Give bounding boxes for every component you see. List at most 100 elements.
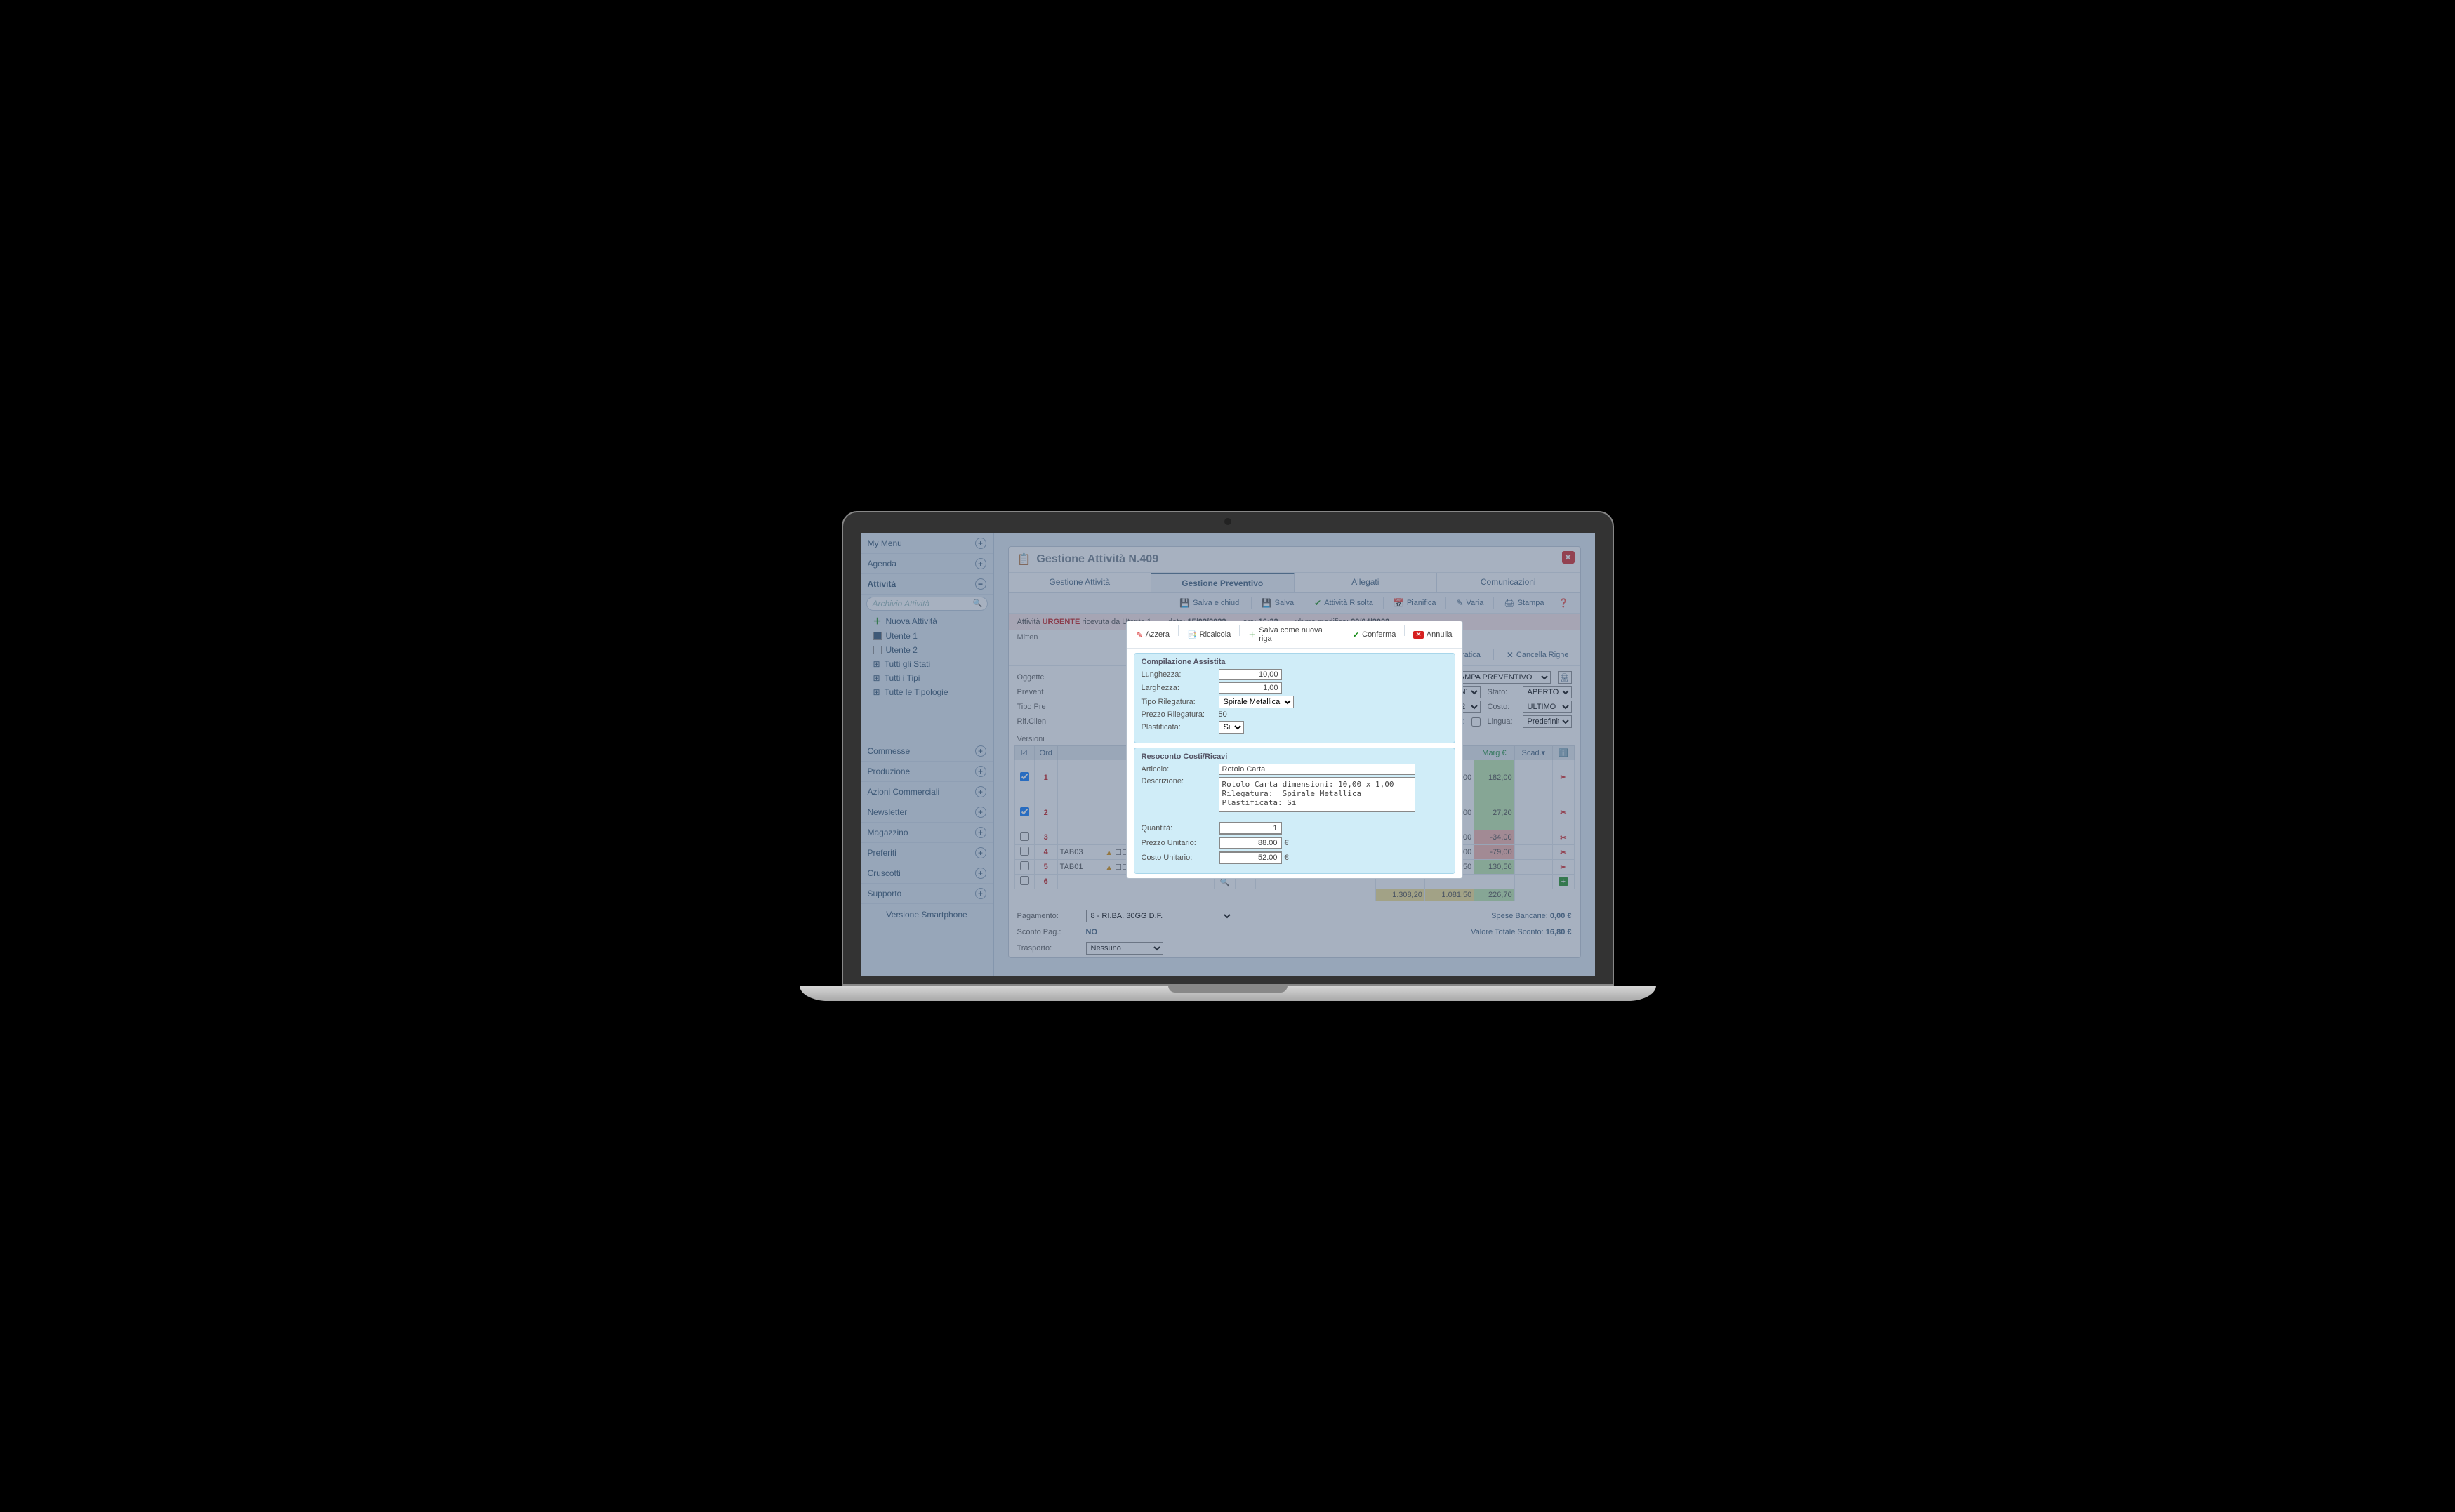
resolved-button[interactable]: ✔ Attività Risolta [1310, 597, 1377, 609]
sidebar-item-mymenu[interactable]: My Menu + [861, 533, 993, 554]
delete-row-icon[interactable]: ✂ [1560, 774, 1566, 782]
salva-riga-button[interactable]: ＋ Salva come nuova riga [1244, 625, 1339, 644]
sconto-value: NO [1086, 928, 1098, 936]
help-button[interactable]: ❓ [1554, 597, 1573, 609]
btn-label: Attività Risolta [1324, 599, 1373, 607]
screen: My Menu + Agenda + Attività − Archivio A… [842, 511, 1614, 986]
print-icon-button[interactable]: 🖨 [1558, 671, 1572, 684]
lunghezza-input[interactable] [1219, 669, 1282, 680]
plan-button[interactable]: 📅 Pianifica [1389, 597, 1441, 609]
row-checkbox[interactable] [1020, 832, 1029, 841]
page-title: Gestione Attività N.409 [1036, 553, 1158, 566]
sidebar-item-preferiti[interactable]: Preferiti + [861, 843, 993, 863]
tabbar: Gestione Attività Gestione Preventivo Al… [1009, 573, 1580, 593]
cancella-righe-button[interactable]: ✕ Cancella Righe [1502, 649, 1573, 661]
costo-label: Costo: [1488, 703, 1516, 711]
sidebar-new[interactable]: ＋ Nuova Attività [861, 613, 993, 629]
tab-gestione-attivita[interactable]: Gestione Attività [1009, 573, 1152, 592]
sidebar-item-produzione[interactable]: Produzione + [861, 762, 993, 782]
spacer [861, 699, 993, 741]
annulla-button[interactable]: ✕ Annulla [1409, 625, 1456, 644]
delete-row-icon[interactable]: ✂ [1560, 863, 1566, 872]
sidebar-item-attivita[interactable]: Attività − [861, 574, 993, 595]
checkbox-checked-icon [873, 632, 882, 640]
add-row-button[interactable]: + [1559, 877, 1568, 886]
sidebar-stati[interactable]: ⊞ Tutti gli Stati [861, 657, 993, 671]
tab-comunicazioni[interactable]: Comunicazioni [1437, 573, 1580, 592]
sidebar-tipi[interactable]: ⊞ Tutti i Tipi [861, 671, 993, 685]
footer-trasporto: Trasporto: Nessuno [1009, 939, 1580, 957]
btn-label: Varia [1467, 599, 1484, 607]
th-scad[interactable]: Scad.▾ [1514, 746, 1553, 760]
stato-select[interactable]: APERTO [1523, 686, 1572, 698]
btn-label: Annulla [1427, 630, 1453, 639]
lookup-icon[interactable]: 🔍 [1220, 878, 1230, 887]
articolo-label: Articolo: [1142, 765, 1219, 774]
row-right: arico: Lingua: Predefinit [1445, 715, 1572, 728]
sidebar-item-azioni[interactable]: Azioni Commerciali + [861, 782, 993, 802]
sidebar-label: Tutti gli Stati [885, 659, 931, 669]
vary-button[interactable]: ✎ Varia [1452, 597, 1488, 609]
close-icon: ✕ [1413, 631, 1423, 639]
lingua-select[interactable]: Predefinit [1523, 715, 1572, 728]
carico-checkbox[interactable] [1471, 717, 1481, 727]
save-button[interactable]: 💾 Salva [1257, 597, 1298, 609]
sidebar-item-supporto[interactable]: Supporto + [861, 884, 993, 904]
row-checkbox[interactable] [1020, 772, 1029, 781]
tipo-rilegatura-select[interactable]: Spirale Metallica [1219, 696, 1294, 708]
sidebar-item-magazzino[interactable]: Magazzino + [861, 823, 993, 843]
row-checkbox[interactable] [1020, 861, 1029, 870]
sidebar-tipologie[interactable]: ⊞ Tutte le Tipologie [861, 685, 993, 699]
sidebar-item-agenda[interactable]: Agenda + [861, 554, 993, 574]
minus-icon: − [975, 578, 986, 590]
tab-allegati[interactable]: Allegati [1295, 573, 1438, 592]
sidebar-item-cruscotti[interactable]: Cruscotti + [861, 863, 993, 884]
delete-row-icon[interactable]: ✂ [1560, 834, 1566, 842]
th-check[interactable]: ☑ [1014, 746, 1034, 760]
table-totals-row: 1.308,20 1.081,50 226,70 [1014, 889, 1574, 901]
calc-icon: 📑 [1187, 630, 1197, 639]
print-button[interactable]: 🖨 Stampa [1500, 597, 1548, 609]
prezzo-rilegatura-value: 50 [1219, 710, 1227, 719]
row-checkbox[interactable] [1020, 847, 1029, 856]
sidebar-user2[interactable]: Utente 2 [861, 643, 993, 657]
plus-icon: + [975, 538, 986, 549]
sidebar-label: Azioni Commerciali [868, 787, 940, 797]
divider [1445, 597, 1446, 609]
prezzo-unitario-input[interactable] [1219, 837, 1282, 849]
articolo-input[interactable] [1219, 764, 1415, 775]
quantita-input[interactable] [1219, 822, 1282, 835]
ricalcola-button[interactable]: 📑 Ricalcola [1183, 625, 1235, 644]
search-input[interactable]: Archivio Attività [866, 597, 988, 611]
sidebar-item-commesse[interactable]: Commesse + [861, 741, 993, 762]
tab-gestione-preventivo[interactable]: Gestione Preventivo [1151, 573, 1295, 592]
delete-row-icon[interactable]: ✂ [1560, 809, 1566, 817]
check-icon: ✔ [1314, 598, 1321, 608]
save-close-button[interactable]: 💾 Salva e chiudi [1175, 597, 1245, 609]
smartphone-link[interactable]: Versione Smartphone [861, 904, 993, 925]
urgent-label: URGENTE [1043, 618, 1080, 626]
azzera-button[interactable]: ✎ Azzera [1132, 625, 1174, 644]
larghezza-input[interactable] [1219, 682, 1282, 694]
btn-label: Salva [1275, 599, 1295, 607]
costo-unitario-input[interactable] [1219, 851, 1282, 864]
checkbox-icon [873, 646, 882, 654]
th-info[interactable]: ℹ️ [1553, 746, 1574, 760]
pagamento-select[interactable]: 8 - RI.BA. 30GG D.F. [1086, 910, 1233, 922]
costo-select[interactable]: ULTIMO [1523, 701, 1572, 713]
th-marg[interactable]: Marg € [1474, 746, 1514, 760]
row-checkbox[interactable] [1020, 807, 1029, 816]
plastificata-select[interactable]: Si [1219, 721, 1244, 734]
conferma-button[interactable]: ✔ Conferma [1349, 625, 1401, 644]
descrizione-textarea[interactable] [1219, 777, 1415, 812]
delete-row-icon[interactable]: ✂ [1560, 849, 1566, 857]
sidebar-user1[interactable]: Utente 1 [861, 629, 993, 643]
trasporto-select[interactable]: Nessuno [1086, 942, 1163, 955]
expand-icon: ⊞ [873, 687, 880, 697]
th-ord[interactable]: Ord [1034, 746, 1057, 760]
row-checkbox[interactable] [1020, 876, 1029, 885]
close-icon[interactable]: ✕ [1562, 551, 1575, 564]
divider [1383, 597, 1384, 609]
btn-label: Pianifica [1407, 599, 1436, 607]
sidebar-item-newsletter[interactable]: Newsletter + [861, 802, 993, 823]
